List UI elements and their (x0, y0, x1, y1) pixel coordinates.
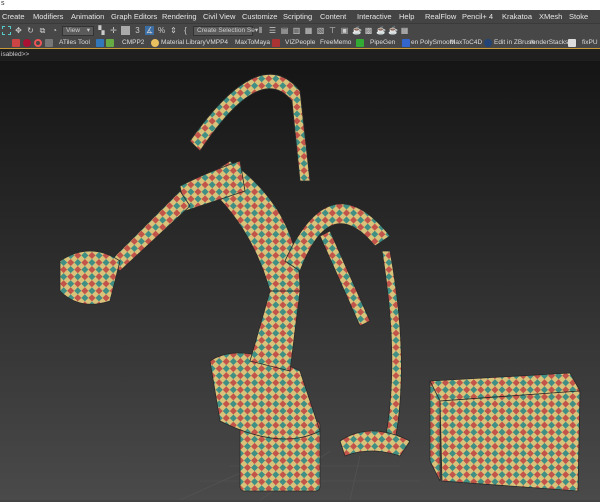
plugin-icon[interactable] (45, 39, 53, 47)
plugin-icon[interactable] (23, 39, 31, 47)
menu-content[interactable]: Content (320, 13, 346, 21)
menu-stoke[interactable]: Stoke (569, 13, 588, 21)
viewport-label-bar: isabled>> (0, 49, 600, 61)
manipulate-icon[interactable]: ✛ (109, 26, 118, 35)
plugin-icon[interactable] (2, 39, 10, 47)
align-icon[interactable]: ☰ (268, 26, 277, 35)
plugin-atiles-tool[interactable]: ATiles Tool (59, 39, 90, 47)
menu-interactive[interactable]: Interactive (357, 13, 392, 21)
plugin-maxtomaya[interactable]: MaxToMaya (235, 39, 270, 47)
plugin-icon[interactable] (272, 39, 280, 47)
plugin-maxtoc4d[interactable]: MaxToC4D (450, 39, 482, 47)
title-bar: s (0, 0, 600, 10)
render-icon[interactable]: ☕ (376, 26, 386, 35)
plugin-icon[interactable] (106, 39, 114, 47)
menu-graph-editors[interactable]: Graph Editors (111, 13, 157, 21)
percent-snap-icon[interactable]: % (157, 26, 166, 35)
menu-civil-view[interactable]: Civil View (203, 13, 235, 21)
robot-arm (59, 74, 411, 492)
plugin-freememo[interactable]: FreeMemo (320, 39, 351, 47)
mirror-icon[interactable]: ⫴ (256, 26, 265, 35)
scene-explorer-icon[interactable]: ▥ (292, 26, 301, 35)
keyboard-shortcut-icon[interactable] (121, 26, 130, 35)
plugin-icon[interactable] (12, 39, 20, 47)
chevron-down-icon: ▾ (86, 26, 90, 34)
plugin-material-library[interactable]: Material Library (161, 39, 206, 47)
menu-help[interactable]: Help (399, 13, 414, 21)
menu-pencil[interactable]: Pencil+ 4 (462, 13, 493, 21)
render-iterative-icon[interactable]: ☕ (388, 26, 398, 35)
viewport-status-text: isabled>> (1, 51, 30, 58)
snap-3d-icon[interactable]: 3 (133, 26, 142, 35)
viewport[interactable] (0, 61, 600, 501)
select-region-icon[interactable] (2, 26, 11, 35)
window-title: s (1, 0, 5, 7)
curve-editor-icon[interactable]: ▧ (316, 26, 325, 35)
main-toolbar: ✥ ↻ ⧉ ◔ View ▾ ▚ ✛ 3 ∡ % ⇕ { Create Selec… (0, 24, 600, 37)
move-icon[interactable]: ✥ (14, 26, 23, 35)
plugin-polysmooth[interactable]: en PolySmooth (411, 39, 455, 47)
cable-box (429, 372, 581, 492)
menu-customize[interactable]: Customize (242, 13, 277, 21)
plugin-pipegen[interactable]: PipeGen (370, 39, 395, 47)
plugin-icon[interactable] (34, 39, 42, 47)
scale-icon[interactable]: ⧉ (38, 26, 47, 35)
plugin-toolbar: ATiles Tool CMPP2 Material Library VMPP4… (0, 37, 600, 49)
edit-named-selection-icon[interactable]: { (181, 26, 190, 35)
selection-set-value: Create Selection Se (197, 26, 255, 34)
menu-rendering[interactable]: Rendering (162, 13, 197, 21)
placement-icon[interactable]: ◔ (50, 26, 59, 35)
angle-snap-icon[interactable]: ∡ (145, 26, 154, 35)
schematic-icon[interactable]: ⊤ (328, 26, 337, 35)
render-setup-icon[interactable]: ☕ (352, 26, 362, 35)
spinner-snap-icon[interactable]: ⇕ (169, 26, 178, 35)
material-library-icon (151, 39, 159, 47)
menu-realflow[interactable]: RealFlow (425, 13, 456, 21)
plugin-fixpu[interactable]: fixPU (582, 39, 598, 47)
plugin-vmpp4[interactable]: VMPP4 (206, 39, 228, 47)
render-cloud-icon[interactable]: ▦ (400, 26, 409, 35)
reference-coordinate-dropdown[interactable]: View ▾ (62, 25, 94, 36)
menu-animation[interactable]: Animation (71, 13, 104, 21)
menu-krakatoa[interactable]: Krakatoa (502, 13, 532, 21)
view-dropdown-value: View (66, 26, 80, 34)
plugin-icon[interactable] (356, 39, 364, 47)
plugin-vizpeople[interactable]: VIZPeople (285, 39, 315, 47)
menu-create[interactable]: Create (2, 13, 25, 21)
rendered-frame-icon[interactable]: ▩ (364, 26, 373, 35)
layer-icon[interactable]: ▤ (280, 26, 289, 35)
scene-render (59, 74, 581, 501)
plugin-cmpp2[interactable]: CMPP2 (122, 39, 144, 47)
menu-bar: Create Modifiers Animation Graph Editors… (0, 10, 600, 24)
ribbon-icon[interactable]: ▦ (304, 26, 313, 35)
material-editor-icon[interactable]: ▣ (340, 26, 349, 35)
plugin-edit-in-zbrush[interactable]: Edit in ZBrush (494, 39, 535, 47)
menu-scripting[interactable]: Scripting (283, 13, 312, 21)
plugin-renderstacks[interactable]: renderStacks (530, 39, 568, 47)
plugin-icon[interactable] (96, 39, 104, 47)
selection-set-dropdown[interactable]: Create Selection Se ▾ (193, 25, 258, 36)
rotate-icon[interactable]: ↻ (26, 26, 35, 35)
pivot-icon[interactable]: ▚ (97, 26, 106, 35)
menu-modifiers[interactable]: Modifiers (33, 13, 63, 21)
menu-xmesh[interactable]: XMesh (539, 13, 562, 21)
plugin-icon[interactable] (568, 39, 576, 47)
plugin-icon[interactable] (402, 39, 410, 47)
zbrush-icon (484, 39, 492, 47)
